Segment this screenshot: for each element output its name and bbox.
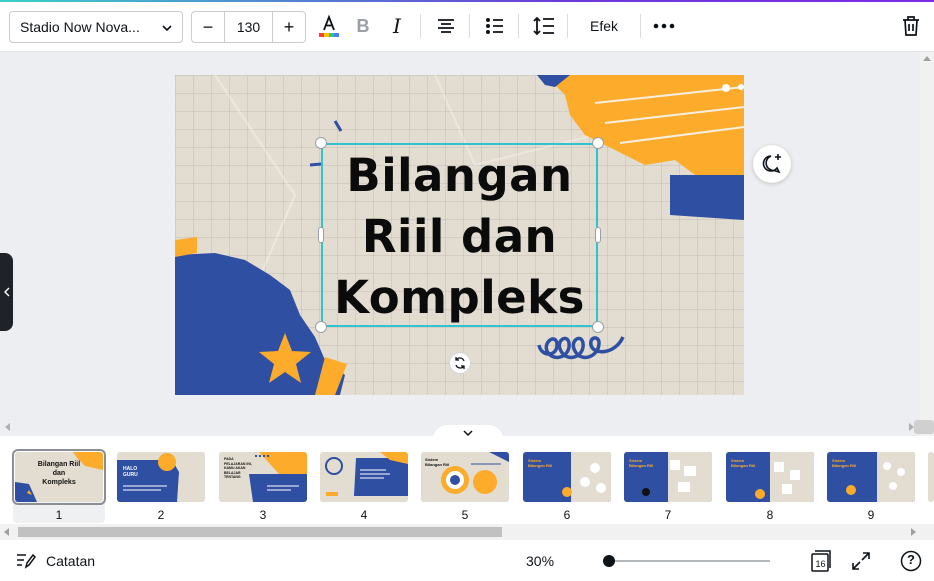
resize-handle-right[interactable] (595, 227, 601, 243)
page-number: 4 (360, 508, 368, 522)
thumbnail-text: Sistem Bilangan Riil (629, 458, 654, 468)
toolbar-accent-line (0, 0, 934, 2)
side-panel-toggle[interactable] (0, 253, 13, 331)
comment-add-icon (762, 154, 781, 174)
thumbnail-text: Bilangan Riil dan Kompleks (37, 461, 81, 486)
italic-icon[interactable]: I (384, 13, 410, 39)
resize-handle-bottom-right[interactable] (592, 321, 604, 333)
font-size-stepper: − 130 + (191, 11, 306, 43)
text-color-icon[interactable] (316, 13, 342, 39)
chevron-left-icon (3, 287, 9, 297)
page-thumbnail-4[interactable] (320, 452, 408, 502)
chevron-down-icon (162, 25, 172, 32)
font-size-input[interactable]: 130 (224, 12, 273, 42)
resize-handle-top-left[interactable] (315, 137, 327, 149)
thumbnail-text: Sistem Bilangan Riil (528, 458, 553, 468)
zoom-slider-knob[interactable] (603, 555, 615, 567)
page-thumbnail-2[interactable]: HALO GURU (117, 452, 205, 502)
page-thumbnail-1[interactable]: Bilangan Riil dan Kompleks (12, 449, 106, 505)
page-count: 16 (815, 559, 826, 569)
toolbar-divider (420, 14, 421, 38)
zoom-level[interactable]: 30% (526, 553, 554, 569)
editor-toolbar: Stadio Now Nova... − 130 + B I Efek (0, 0, 934, 52)
trash-icon[interactable] (898, 13, 924, 39)
page-number: 9 (867, 508, 875, 522)
bottom-bar: Catatan 30% 16 ? (0, 540, 934, 581)
page-thumbnail-10-partial[interactable] (928, 452, 934, 502)
help-button[interactable]: ? (899, 549, 923, 573)
notes-icon (17, 553, 36, 569)
toolbar-divider (469, 14, 470, 38)
rotate-icon (455, 357, 465, 369)
font-family-dropdown[interactable]: Stadio Now Nova... (9, 11, 183, 43)
page-thumbnail-5[interactable]: Sistem Bilangan Riil (421, 452, 509, 502)
scroll-left-arrow[interactable] (5, 423, 10, 431)
vertical-scrollbar[interactable] (920, 52, 934, 436)
page-number: 1 (55, 508, 63, 522)
thumbnail-text: PADA PELAJARAN INI, KAMU AKAN BELAJAR TE… (224, 457, 252, 479)
thumbnail-text: Sistem Bilangan Riil (425, 457, 450, 467)
page-number: 5 (461, 508, 469, 522)
notes-label: Catatan (46, 553, 96, 569)
help-label: ? (907, 552, 915, 567)
page-number: 3 (259, 508, 267, 522)
font-family-value: Stadio Now Nova... (20, 19, 140, 35)
effects-button[interactable]: Efek (579, 13, 629, 39)
chevron-down-icon (463, 430, 473, 436)
toolbar-divider (518, 14, 519, 38)
scroll-up-arrow[interactable] (923, 56, 931, 61)
page-thumbnail-9[interactable]: Sistem Bilangan Riil (827, 452, 915, 502)
resize-handle-top-right[interactable] (592, 137, 604, 149)
text-selection-box (321, 143, 598, 327)
rotate-handle[interactable] (449, 352, 471, 374)
fullscreen-button[interactable] (849, 549, 873, 573)
thumbnail-text: Sistem Bilangan Riil (731, 458, 756, 468)
page-thumbnails-strip: Bilangan Riil dan Kompleks 1 HALO GURU 2… (0, 437, 934, 538)
scroll-right-arrow[interactable] (911, 528, 916, 536)
spacing-icon[interactable] (531, 13, 557, 39)
bold-icon[interactable]: B (350, 13, 376, 39)
resize-handle-left[interactable] (318, 227, 324, 243)
scroll-left-arrow[interactable] (4, 528, 9, 536)
blue-torn-shape (670, 175, 744, 220)
page-thumbnail-8[interactable]: Sistem Bilangan Riil (726, 452, 814, 502)
align-center-icon[interactable] (433, 13, 459, 39)
pages-grid-button[interactable]: 16 (808, 549, 832, 573)
scrollbar-thumb[interactable] (914, 420, 934, 434)
thumbnail-text: HALO GURU (123, 466, 138, 478)
list-icon[interactable] (482, 13, 508, 39)
more-icon[interactable] (651, 13, 677, 39)
page-number: 8 (766, 508, 774, 522)
page-thumbnail-3[interactable]: PADA PELAJARAN INI, KAMU AKAN BELAJAR TE… (219, 452, 307, 502)
expand-icon (852, 552, 870, 570)
zoom-slider-track[interactable] (608, 560, 770, 562)
resize-handle-bottom-left[interactable] (315, 321, 327, 333)
page-number: 2 (157, 508, 165, 522)
toolbar-divider (640, 14, 641, 38)
toolbar-divider (567, 14, 568, 38)
page-thumbnail-6[interactable]: Sistem Bilangan Riil (523, 452, 611, 502)
increase-font-size-button[interactable]: + (273, 12, 305, 42)
decrease-font-size-button[interactable]: − (192, 12, 224, 42)
scrollbar-thumb[interactable] (18, 527, 502, 537)
page-thumbnail-7[interactable]: Sistem Bilangan Riil (624, 452, 712, 502)
add-comment-button[interactable] (753, 145, 791, 183)
page-number: 7 (664, 508, 672, 522)
page-number: 6 (563, 508, 571, 522)
thumbnails-horizontal-scrollbar[interactable] (0, 524, 934, 540)
thumbnail-text: Sistem Bilangan Riil (832, 458, 857, 468)
notes-button[interactable]: Catatan (16, 552, 95, 570)
